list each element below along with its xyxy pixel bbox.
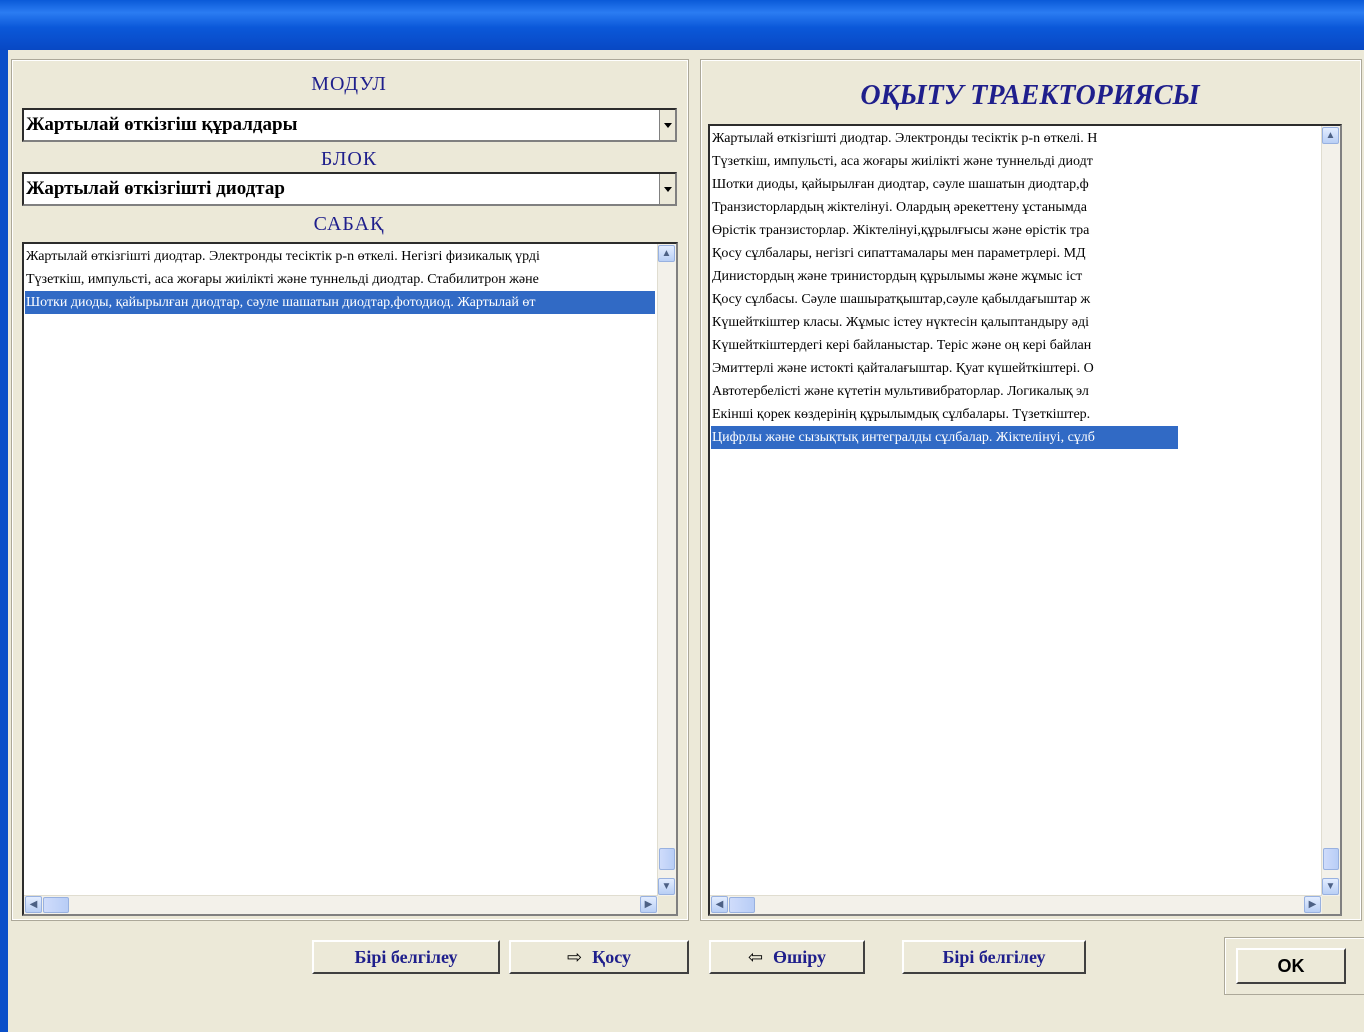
modul-heading: МОДУЛ <box>311 73 387 95</box>
chevron-down-icon[interactable] <box>659 174 675 204</box>
list-item[interactable]: Түзеткіш, импульсті, аса жоғары жиілікті… <box>711 150 1178 173</box>
block-select-value: Жартылай өткізгішті диодтар <box>26 178 285 199</box>
list-item[interactable]: Қосу сұлбалары, негізгі сипаттамалары ме… <box>711 242 1178 265</box>
vertical-scrollbar[interactable]: ▲ ▼ <box>1321 126 1340 896</box>
lesson-listbox[interactable]: Жартылай өткізгішті диодтар. Электронды … <box>22 242 678 916</box>
horizontal-scrollbar[interactable]: ◀ ▶ <box>24 895 658 914</box>
list-item[interactable]: Түзеткіш, импульсті, аса жоғары жиілікті… <box>25 268 655 291</box>
add-button[interactable]: ⇨ Қосу <box>509 940 689 974</box>
block-select[interactable]: Жартылай өткізгішті диодтар <box>22 172 677 206</box>
ok-button[interactable]: OK <box>1236 948 1346 984</box>
modul-select-value: Жартылай өткізгіш құралдары <box>26 114 298 135</box>
scroll-down-icon[interactable]: ▼ <box>658 878 675 895</box>
scroll-left-icon[interactable]: ◀ <box>25 896 42 913</box>
select-all-right-button[interactable]: Бірі белгілеу <box>902 940 1086 974</box>
select-all-left-button[interactable]: Бірі белгілеу <box>312 940 500 974</box>
scroll-corner <box>658 896 676 914</box>
list-item[interactable]: Күшейткіштер класы. Жұмыс істеу нүктесін… <box>711 311 1178 334</box>
horizontal-scrollbar[interactable]: ◀ ▶ <box>710 895 1322 914</box>
scroll-up-icon[interactable]: ▲ <box>1322 127 1339 144</box>
arrow-right-icon: ⇨ <box>567 946 583 967</box>
scroll-thumb[interactable] <box>659 848 675 870</box>
scroll-down-icon[interactable]: ▼ <box>1322 878 1339 895</box>
list-item[interactable]: Екінші қорек көздерінің құрылымдық сұлба… <box>711 403 1178 426</box>
select-all-right-label: Бірі белгілеу <box>942 946 1046 967</box>
window-title-bar[interactable] <box>0 0 1364 50</box>
vertical-scrollbar[interactable]: ▲ ▼ <box>657 244 676 896</box>
list-item[interactable]: Жартылай өткізгішті диодтар. Электронды … <box>25 245 655 268</box>
block-heading: БЛОК <box>320 148 378 170</box>
list-item[interactable]: Автотербелісті және күтетін мультивибрат… <box>711 380 1178 403</box>
scroll-thumb[interactable] <box>729 897 755 913</box>
list-item[interactable]: Транзисторлардың жіктелінуі. Олардың әре… <box>711 196 1178 219</box>
list-item-selected[interactable]: Шотки диоды, қайырылған диодтар, сәуле ш… <box>25 291 655 314</box>
modul-select[interactable]: Жартылай өткізгіш құралдары <box>22 108 677 142</box>
scroll-corner <box>1322 896 1340 914</box>
list-item[interactable]: Шотки диоды, қайырылған диодтар, сәуле ш… <box>711 173 1178 196</box>
scroll-left-icon[interactable]: ◀ <box>711 896 728 913</box>
select-all-left-label: Бірі белгілеу <box>354 946 458 967</box>
list-item[interactable]: Эмиттерлі және истокті қайталағыштар. Қу… <box>711 357 1178 380</box>
list-item[interactable]: Күшейткіштердегі кері байланыстар. Теріс… <box>711 334 1178 357</box>
scroll-thumb[interactable] <box>1323 848 1339 870</box>
list-item[interactable]: Динистордың және тринистордың құрылымы ж… <box>711 265 1178 288</box>
trajectory-heading: ОҚЫТУ ТРАЕКТОРИЯСЫ <box>860 80 1200 111</box>
scroll-right-icon[interactable]: ▶ <box>640 896 657 913</box>
scroll-up-icon[interactable]: ▲ <box>658 245 675 262</box>
add-label: Қосу <box>592 946 631 967</box>
lesson-heading: САБАҚ <box>313 213 385 235</box>
scroll-right-icon[interactable]: ▶ <box>1304 896 1321 913</box>
chevron-down-icon[interactable] <box>659 110 675 140</box>
list-item[interactable]: Өрістік транзисторлар. Жіктелінуі,құрылғ… <box>711 219 1178 242</box>
scroll-thumb[interactable] <box>43 897 69 913</box>
list-item-selected[interactable]: Цифрлы және сызықтық интегралды сұлбалар… <box>711 426 1178 449</box>
trajectory-listbox[interactable]: Жартылай өткізгішті диодтар. Электронды … <box>708 124 1342 916</box>
window-border <box>0 50 8 1032</box>
remove-label: Өшіру <box>773 946 827 967</box>
remove-button[interactable]: ⇦ Өшіру <box>709 940 865 974</box>
list-item[interactable]: Жартылай өткізгішті диодтар. Электронды … <box>711 127 1178 150</box>
arrow-left-icon: ⇦ <box>747 946 764 967</box>
list-item[interactable]: Қосу сұлбасы. Сәуле шашыратқыштар,сәуле … <box>711 288 1178 311</box>
